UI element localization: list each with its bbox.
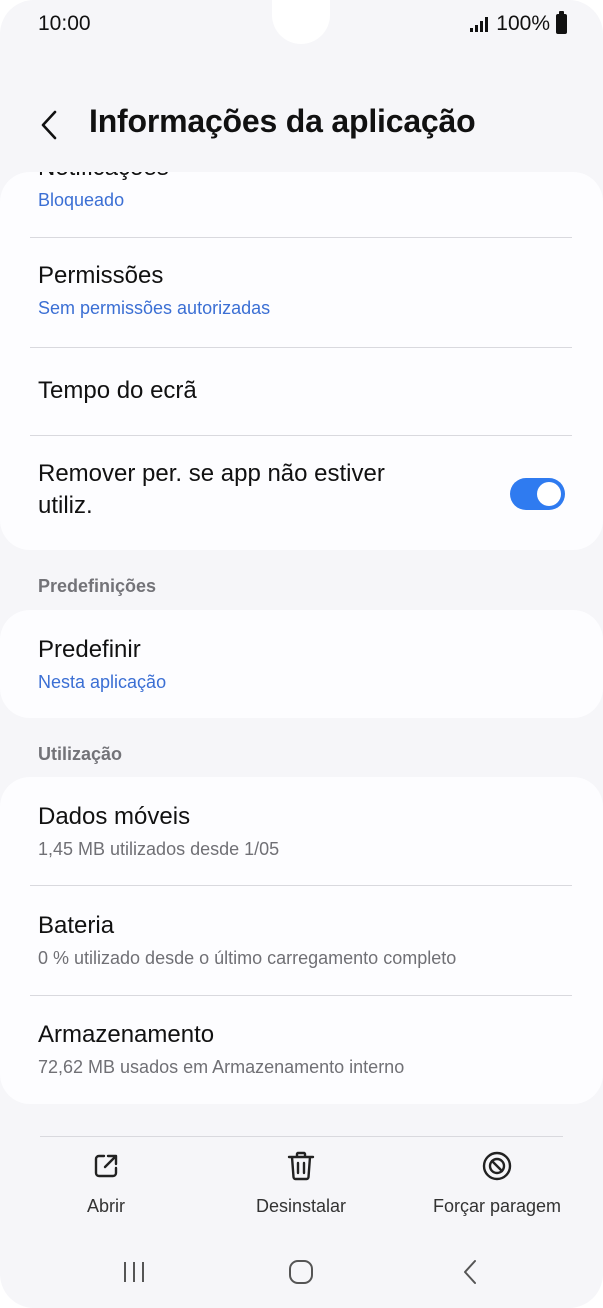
- set-as-default-item[interactable]: Predefinir Nesta aplicação: [38, 634, 573, 694]
- remove-permissions-title-line1: Remover per. se app não estiver: [38, 460, 385, 487]
- divider: [30, 237, 572, 238]
- open-button[interactable]: Abrir: [16, 1148, 196, 1217]
- divider: [30, 435, 572, 436]
- force-stop-button-label: Forçar paragem: [432, 1196, 562, 1216]
- system-navigation-bar: [0, 1248, 603, 1298]
- set-as-default-title: Predefinir: [38, 636, 141, 663]
- back-icon: [464, 1260, 476, 1284]
- divider: [30, 885, 572, 886]
- home-button[interactable]: [271, 1254, 331, 1290]
- mobile-data-item[interactable]: Dados móveis 1,45 MB utilizados desde 1/…: [38, 801, 573, 861]
- camera-notch: [272, 0, 330, 44]
- status-time: 10:00: [38, 12, 91, 35]
- screen-time-item[interactable]: Tempo do ecrã: [38, 375, 573, 407]
- battery-percentage: 100%: [496, 12, 550, 35]
- battery-item[interactable]: Bateria 0 % utilizado desde o último car…: [38, 910, 573, 970]
- actions-divider: [40, 1136, 563, 1137]
- usage-card: Dados móveis 1,45 MB utilizados desde 1/…: [0, 777, 603, 1104]
- screen-time-title: Tempo do ecrã: [38, 377, 197, 404]
- block-icon: [482, 1151, 512, 1181]
- toggle-knob: [537, 482, 561, 506]
- defaults-card: Predefinir Nesta aplicação: [0, 610, 603, 718]
- divider: [30, 995, 572, 996]
- uninstall-button-label: Desinstalar: [255, 1196, 347, 1216]
- recent-apps-button[interactable]: [104, 1254, 164, 1290]
- battery-title: Bateria: [38, 912, 115, 939]
- notifications-title: Notificações: [38, 172, 573, 184]
- battery-usage: 0 % utilizado desde o último carregament…: [38, 948, 457, 968]
- open-external-icon: [94, 1154, 118, 1178]
- remove-permissions-toggle[interactable]: [510, 478, 565, 510]
- page-header: Informações da aplicação: [0, 95, 603, 155]
- recent-apps-icon: [124, 1262, 144, 1282]
- permissions-item[interactable]: Permissões Sem permissões autorizadas: [38, 260, 573, 320]
- app-info-screen: 10:00 100% Informações da aplicação Noti…: [0, 0, 603, 1308]
- storage-item[interactable]: Armazenamento 72,62 MB usados em Armazen…: [38, 1019, 573, 1079]
- notifications-item[interactable]: Notificações Bloqueado: [38, 172, 573, 212]
- home-icon: [289, 1260, 313, 1284]
- remove-permissions-item[interactable]: Remover per. se app não estiver utiliz.: [38, 458, 493, 522]
- status-indicators: 100%: [470, 11, 567, 36]
- storage-title: Armazenamento: [38, 1021, 215, 1048]
- battery-icon: [556, 11, 567, 34]
- system-back-button[interactable]: [441, 1254, 501, 1290]
- force-stop-button[interactable]: Forçar paragem: [407, 1148, 587, 1217]
- signal-icon: [470, 16, 489, 32]
- app-settings-card: Notificações Bloqueado Permissões Sem pe…: [0, 172, 603, 550]
- permissions-status: Sem permissões autorizadas: [38, 298, 271, 318]
- back-button[interactable]: [36, 107, 66, 143]
- defaults-section-label: Predefinições: [38, 576, 157, 596]
- mobile-data-usage: 1,45 MB utilizados desde 1/05: [38, 839, 280, 859]
- uninstall-button[interactable]: Desinstalar: [211, 1148, 391, 1217]
- usage-section-label: Utilização: [38, 744, 123, 764]
- notifications-status: Bloqueado: [38, 190, 125, 210]
- set-as-default-status: Nesta aplicação: [38, 672, 167, 692]
- trash-icon: [287, 1151, 315, 1181]
- remove-permissions-title-line2: utiliz.: [38, 492, 93, 519]
- open-button-label: Abrir: [86, 1196, 125, 1216]
- status-bar: 10:00 100%: [0, 0, 603, 50]
- mobile-data-title: Dados móveis: [38, 803, 191, 830]
- page-title: Informações da aplicação: [89, 103, 476, 139]
- permissions-title: Permissões: [38, 262, 164, 289]
- chevron-left-icon: [41, 110, 57, 140]
- storage-usage: 72,62 MB usados em Armazenamento interno: [38, 1057, 405, 1077]
- divider: [30, 347, 572, 348]
